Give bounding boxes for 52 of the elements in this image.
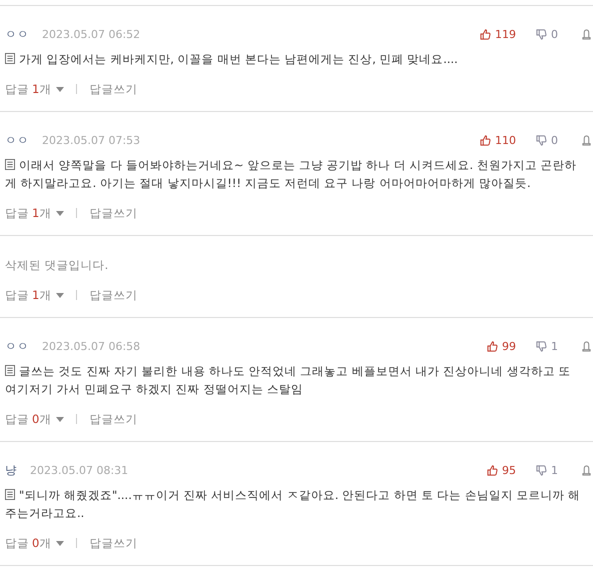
caret-icon xyxy=(56,540,64,546)
thumbs-up-icon xyxy=(480,28,491,40)
like-button[interactable]: 110 xyxy=(480,134,516,146)
report-icon[interactable] xyxy=(582,134,591,146)
dislike-button[interactable]: 0 xyxy=(536,134,558,146)
caret-icon xyxy=(56,292,64,298)
reply-toggle[interactable]: 답글 0개 xyxy=(5,536,64,550)
comment-author[interactable]: 냥 xyxy=(5,462,17,478)
like-button[interactable]: 95 xyxy=(487,464,516,476)
dislike-button[interactable]: 1 xyxy=(536,464,558,476)
comment-date: 2023.05.07 06:52 xyxy=(42,28,140,40)
write-reply-link[interactable]: 답글쓰기 xyxy=(89,82,138,96)
report-icon[interactable] xyxy=(582,464,591,476)
comment-text: "되니까 해줬겠죠"....ㅠㅠ이거 진짜 서비스직에서 ㅈ같아요. 안된다고 하면 토 다는 손님일지 모르니까 해주는거라고요.. xyxy=(5,487,582,522)
memo-icon xyxy=(5,489,15,500)
memo-icon xyxy=(5,365,15,376)
reply-toggle[interactable]: 답글 1개 xyxy=(5,206,64,220)
write-reply-link[interactable]: 답글쓰기 xyxy=(89,288,138,302)
comment-text: 가게 입장에서는 케바케지만, 이꼴을 매번 본다는 남편에게는 진상, 민폐 맞네요.... xyxy=(5,50,593,68)
caret-icon xyxy=(56,210,64,216)
comment-date: 2023.05.07 08:31 xyxy=(30,464,128,476)
thumbs-down-icon xyxy=(536,464,547,476)
thumbs-up-icon xyxy=(487,464,498,476)
comment-date: 2023.05.07 06:58 xyxy=(42,340,140,352)
dislike-button[interactable]: 0 xyxy=(536,28,558,40)
write-reply-link[interactable]: 답글쓰기 xyxy=(89,536,138,550)
thumbs-up-icon xyxy=(480,134,491,146)
thumbs-down-icon xyxy=(536,134,547,146)
comment-author[interactable]: ㅇㅇ xyxy=(5,338,29,354)
like-button[interactable]: 99 xyxy=(487,340,516,352)
comment-date: 2023.05.07 07:53 xyxy=(42,134,140,146)
thumbs-down-icon xyxy=(536,340,547,352)
comment-text: 글쓰는 것도 진짜 자기 불리한 내용 하나도 안적었네 그래놓고 베플보면서 내가 진상아니네 생각하고 또 여기저기 가서 민폐요구 하겠지 진짜 정떨어지는 스탈임 xyxy=(5,363,572,398)
thumbs-down-icon xyxy=(536,28,547,40)
like-button[interactable]: 119 xyxy=(480,28,516,40)
caret-icon xyxy=(56,86,64,92)
deleted-comment-text: 삭제된 댓글입니다. xyxy=(5,257,110,274)
thumbs-up-icon xyxy=(487,340,498,352)
reply-toggle[interactable]: 답글 1개 xyxy=(5,82,64,96)
reply-toggle[interactable]: 답글 0개 xyxy=(5,412,64,426)
write-reply-link[interactable]: 답글쓰기 xyxy=(89,412,138,426)
comment-author[interactable]: ㅇㅇ xyxy=(5,132,29,148)
write-reply-link[interactable]: 답글쓰기 xyxy=(89,206,138,220)
caret-icon xyxy=(56,416,64,422)
memo-icon xyxy=(5,53,15,64)
comment-text: 이래서 양쪽말을 다 들어봐야하는거네요~ 앞으로는 그냥 공기밥 하나 더 시켜드세요. 천원가지고 곤란하게 하지말라고요. 아기는 절대 낳지마시길!!! 지금도 저런데 요구 나랑 어마어마어마하게 많아질듯. xyxy=(5,157,578,192)
reply-toggle[interactable]: 답글 1개 xyxy=(5,288,64,302)
report-icon[interactable] xyxy=(582,28,591,40)
dislike-button[interactable]: 1 xyxy=(536,340,558,352)
memo-icon xyxy=(5,159,15,170)
report-icon[interactable] xyxy=(582,340,591,352)
comment-author[interactable]: ㅇㅇ xyxy=(5,26,29,42)
